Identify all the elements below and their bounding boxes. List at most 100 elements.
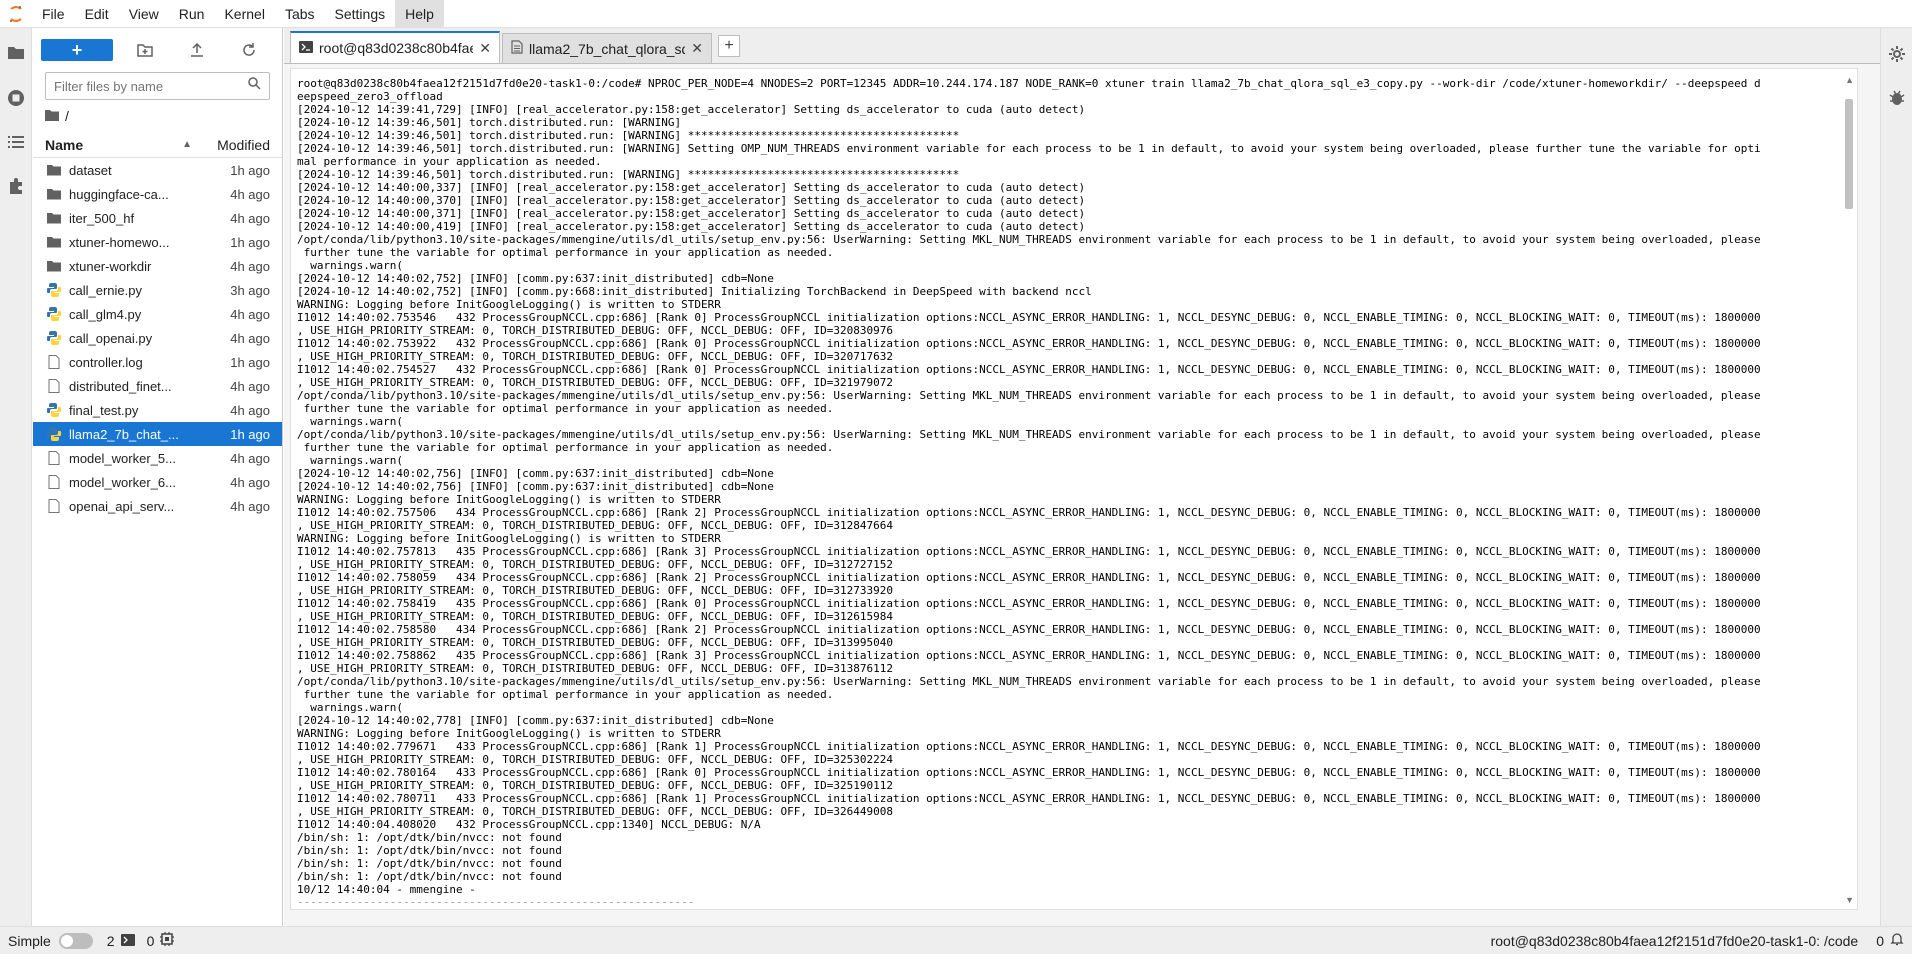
kernel-icon	[160, 932, 175, 949]
file-row[interactable]: openai_api_serv... 4h ago	[33, 494, 282, 518]
terminal-line: [2024-10-12 14:39:46,501] torch.distribu…	[297, 168, 960, 181]
debugger-icon[interactable]	[1881, 78, 1912, 118]
tab-terminal[interactable]: root@q83d0238c80b4faea ✕	[290, 31, 500, 63]
terminal-line: I1012 14:40:02.757813 435 ProcessGroupNC…	[297, 545, 1761, 558]
menu-tabs[interactable]: Tabs	[275, 0, 325, 28]
terminal-line: I1012 14:40:02.753546 432 ProcessGroupNC…	[297, 311, 1761, 324]
file-row[interactable]: call_openai.py 4h ago	[33, 326, 282, 350]
terminal-line: [2024-10-12 14:39:46,501] torch.distribu…	[297, 129, 960, 142]
terminals-status[interactable]: 2	[107, 933, 135, 949]
file-row[interactable]: dataset 1h ago	[33, 158, 282, 182]
file-row[interactable]: controller.log 1h ago	[33, 350, 282, 374]
terminal-line: WARNING: Logging before InitGoogleLoggin…	[297, 727, 721, 740]
folder-icon[interactable]	[0, 32, 32, 72]
terminal-line: I1012 14:40:02.754527 432 ProcessGroupNC…	[297, 363, 1761, 376]
terminal-line: further tune the variable for optimal pe…	[297, 441, 834, 454]
terminal-line: warnings.warn(	[297, 415, 403, 428]
file-modified: 4h ago	[230, 450, 270, 466]
file-row[interactable]: model_worker_5... 4h ago	[33, 446, 282, 470]
terminal-panel[interactable]: root@q83d0238c80b4faea12f2151d7fd0e20-ta…	[290, 68, 1858, 910]
terminal-line: , USE_HIGH_PRIORITY_STREAM: 0, TORCH_DIS…	[297, 779, 894, 792]
upload-icon[interactable]	[177, 38, 217, 62]
modified-column-header[interactable]: Modified	[204, 137, 282, 153]
terminal-line: , USE_HIGH_PRIORITY_STREAM: 0, TORCH_DIS…	[297, 324, 894, 337]
new-folder-icon[interactable]	[125, 38, 165, 62]
file-row[interactable]: llama2_7b_chat_... 1h ago	[33, 422, 282, 446]
file-filter-input[interactable]	[54, 78, 248, 94]
tab-editor-file[interactable]: llama2_7b_chat_qlora_sql_ ✕	[502, 33, 712, 63]
terminal-line: warnings.warn(	[297, 259, 403, 272]
terminal-line: , USE_HIGH_PRIORITY_STREAM: 0, TORCH_DIS…	[297, 805, 894, 818]
file-row[interactable]: distributed_finet... 4h ago	[33, 374, 282, 398]
terminal-line: I1012 14:40:02.758059 434 ProcessGroupNC…	[297, 571, 1761, 584]
terminal-line: , USE_HIGH_PRIORITY_STREAM: 0, TORCH_DIS…	[297, 584, 894, 597]
file-filter-search[interactable]	[45, 72, 270, 100]
menu-file[interactable]: File	[32, 0, 75, 28]
refresh-icon[interactable]	[229, 38, 269, 62]
folder-icon[interactable]	[45, 108, 59, 124]
bell-icon	[1890, 932, 1904, 949]
sort-ascending-icon: ▲	[182, 139, 192, 150]
scroll-up-icon[interactable]: ▲	[1845, 75, 1854, 85]
terminal-line: I1012 14:40:02.757506 434 ProcessGroupNC…	[297, 506, 1761, 519]
terminal-line: /opt/conda/lib/python3.10/site-packages/…	[297, 389, 1761, 402]
terminal-line: /bin/sh: 1: /opt/dtk/bin/nvcc: not found	[297, 870, 562, 883]
scrollbar[interactable]: ▲ ▼	[1843, 73, 1855, 907]
terminal-output[interactable]: root@q83d0238c80b4faea12f2151d7fd0e20-ta…	[297, 77, 1843, 903]
search-icon	[248, 77, 261, 95]
simple-mode-label: Simple	[8, 932, 51, 949]
file-name: call_openai.py	[69, 330, 153, 346]
kernels-status[interactable]: 0	[147, 932, 175, 949]
breadcrumb-root[interactable]: /	[65, 108, 69, 124]
tab-bar: root@q83d0238c80b4faea ✕ llama2_7b_chat_…	[284, 28, 1880, 64]
table-of-contents-icon[interactable]	[0, 122, 32, 162]
menu-settings[interactable]: Settings	[325, 0, 396, 28]
menu-edit[interactable]: Edit	[75, 0, 119, 28]
scroll-thumb[interactable]	[1845, 99, 1853, 209]
file-name: distributed_finet...	[69, 378, 172, 394]
add-tab-button[interactable]: +	[718, 35, 740, 57]
name-column-header[interactable]: Name ▲	[45, 137, 204, 153]
property-inspector-icon[interactable]	[1881, 34, 1912, 74]
terminal-line: [2024-10-12 14:40:00,371] [INFO] [real_a…	[297, 207, 1086, 220]
terminal-line: , USE_HIGH_PRIORITY_STREAM: 0, TORCH_DIS…	[297, 558, 894, 571]
terminal-line: /opt/conda/lib/python3.10/site-packages/…	[297, 233, 1761, 246]
terminal-line: further tune the variable for optimal pe…	[297, 688, 834, 701]
terminal-line: [2024-10-12 14:40:02,756] [INFO] [comm.p…	[297, 467, 774, 480]
breadcrumb: /	[33, 100, 282, 132]
file-row[interactable]: call_glm4.py 4h ago	[33, 302, 282, 326]
menu-help[interactable]: Help	[395, 0, 444, 28]
file-list-header: Name ▲ Modified	[33, 132, 282, 158]
file-row[interactable]: huggingface-ca... 4h ago	[33, 182, 282, 206]
simple-mode-toggle[interactable]	[58, 932, 93, 949]
file-row[interactable]: call_ernie.py 3h ago	[33, 278, 282, 302]
file-row[interactable]: xtuner-workdir 4h ago	[33, 254, 282, 278]
terminal-line: , USE_HIGH_PRIORITY_STREAM: 0, TORCH_DIS…	[297, 610, 894, 623]
extension-icon[interactable]	[0, 166, 32, 206]
menu-view[interactable]: View	[119, 0, 169, 28]
notifications-status[interactable]: 0	[1876, 932, 1904, 949]
name-column-label: Name	[45, 136, 84, 153]
terminal-line: further tune the variable for optimal pe…	[297, 246, 834, 259]
right-activity-bar	[1880, 28, 1912, 926]
file-modified: 1h ago	[230, 234, 270, 250]
close-icon[interactable]: ✕	[479, 40, 491, 57]
terminal-line: I1012 14:40:02.758419 435 ProcessGroupNC…	[297, 597, 1761, 610]
terminal-line: , USE_HIGH_PRIORITY_STREAM: 0, TORCH_DIS…	[297, 636, 894, 649]
menu-kernel[interactable]: Kernel	[214, 0, 274, 28]
close-icon[interactable]: ✕	[691, 40, 703, 57]
file-row[interactable]: xtuner-homewo... 1h ago	[33, 230, 282, 254]
file-row[interactable]: final_test.py 4h ago	[33, 398, 282, 422]
terminal-line: I1012 14:40:02.758862 435 ProcessGroupNC…	[297, 649, 1761, 662]
file-row[interactable]: iter_500_hf 4h ago	[33, 206, 282, 230]
terminal-path-status: root@q83d0238c80b4faea12f2151d7fd0e20-ta…	[1490, 932, 1859, 949]
file-modified: 1h ago	[230, 354, 270, 370]
terminal-line: WARNING: Logging before InitGoogleLoggin…	[297, 298, 721, 311]
file-modified: 4h ago	[230, 258, 270, 274]
menu-run[interactable]: Run	[169, 0, 215, 28]
file-name: model_worker_5...	[69, 450, 176, 466]
running-icon[interactable]	[0, 78, 32, 118]
new-launcher-button[interactable]: +	[41, 39, 113, 61]
file-row[interactable]: model_worker_6... 4h ago	[33, 470, 282, 494]
scroll-down-icon[interactable]: ▼	[1845, 895, 1854, 905]
